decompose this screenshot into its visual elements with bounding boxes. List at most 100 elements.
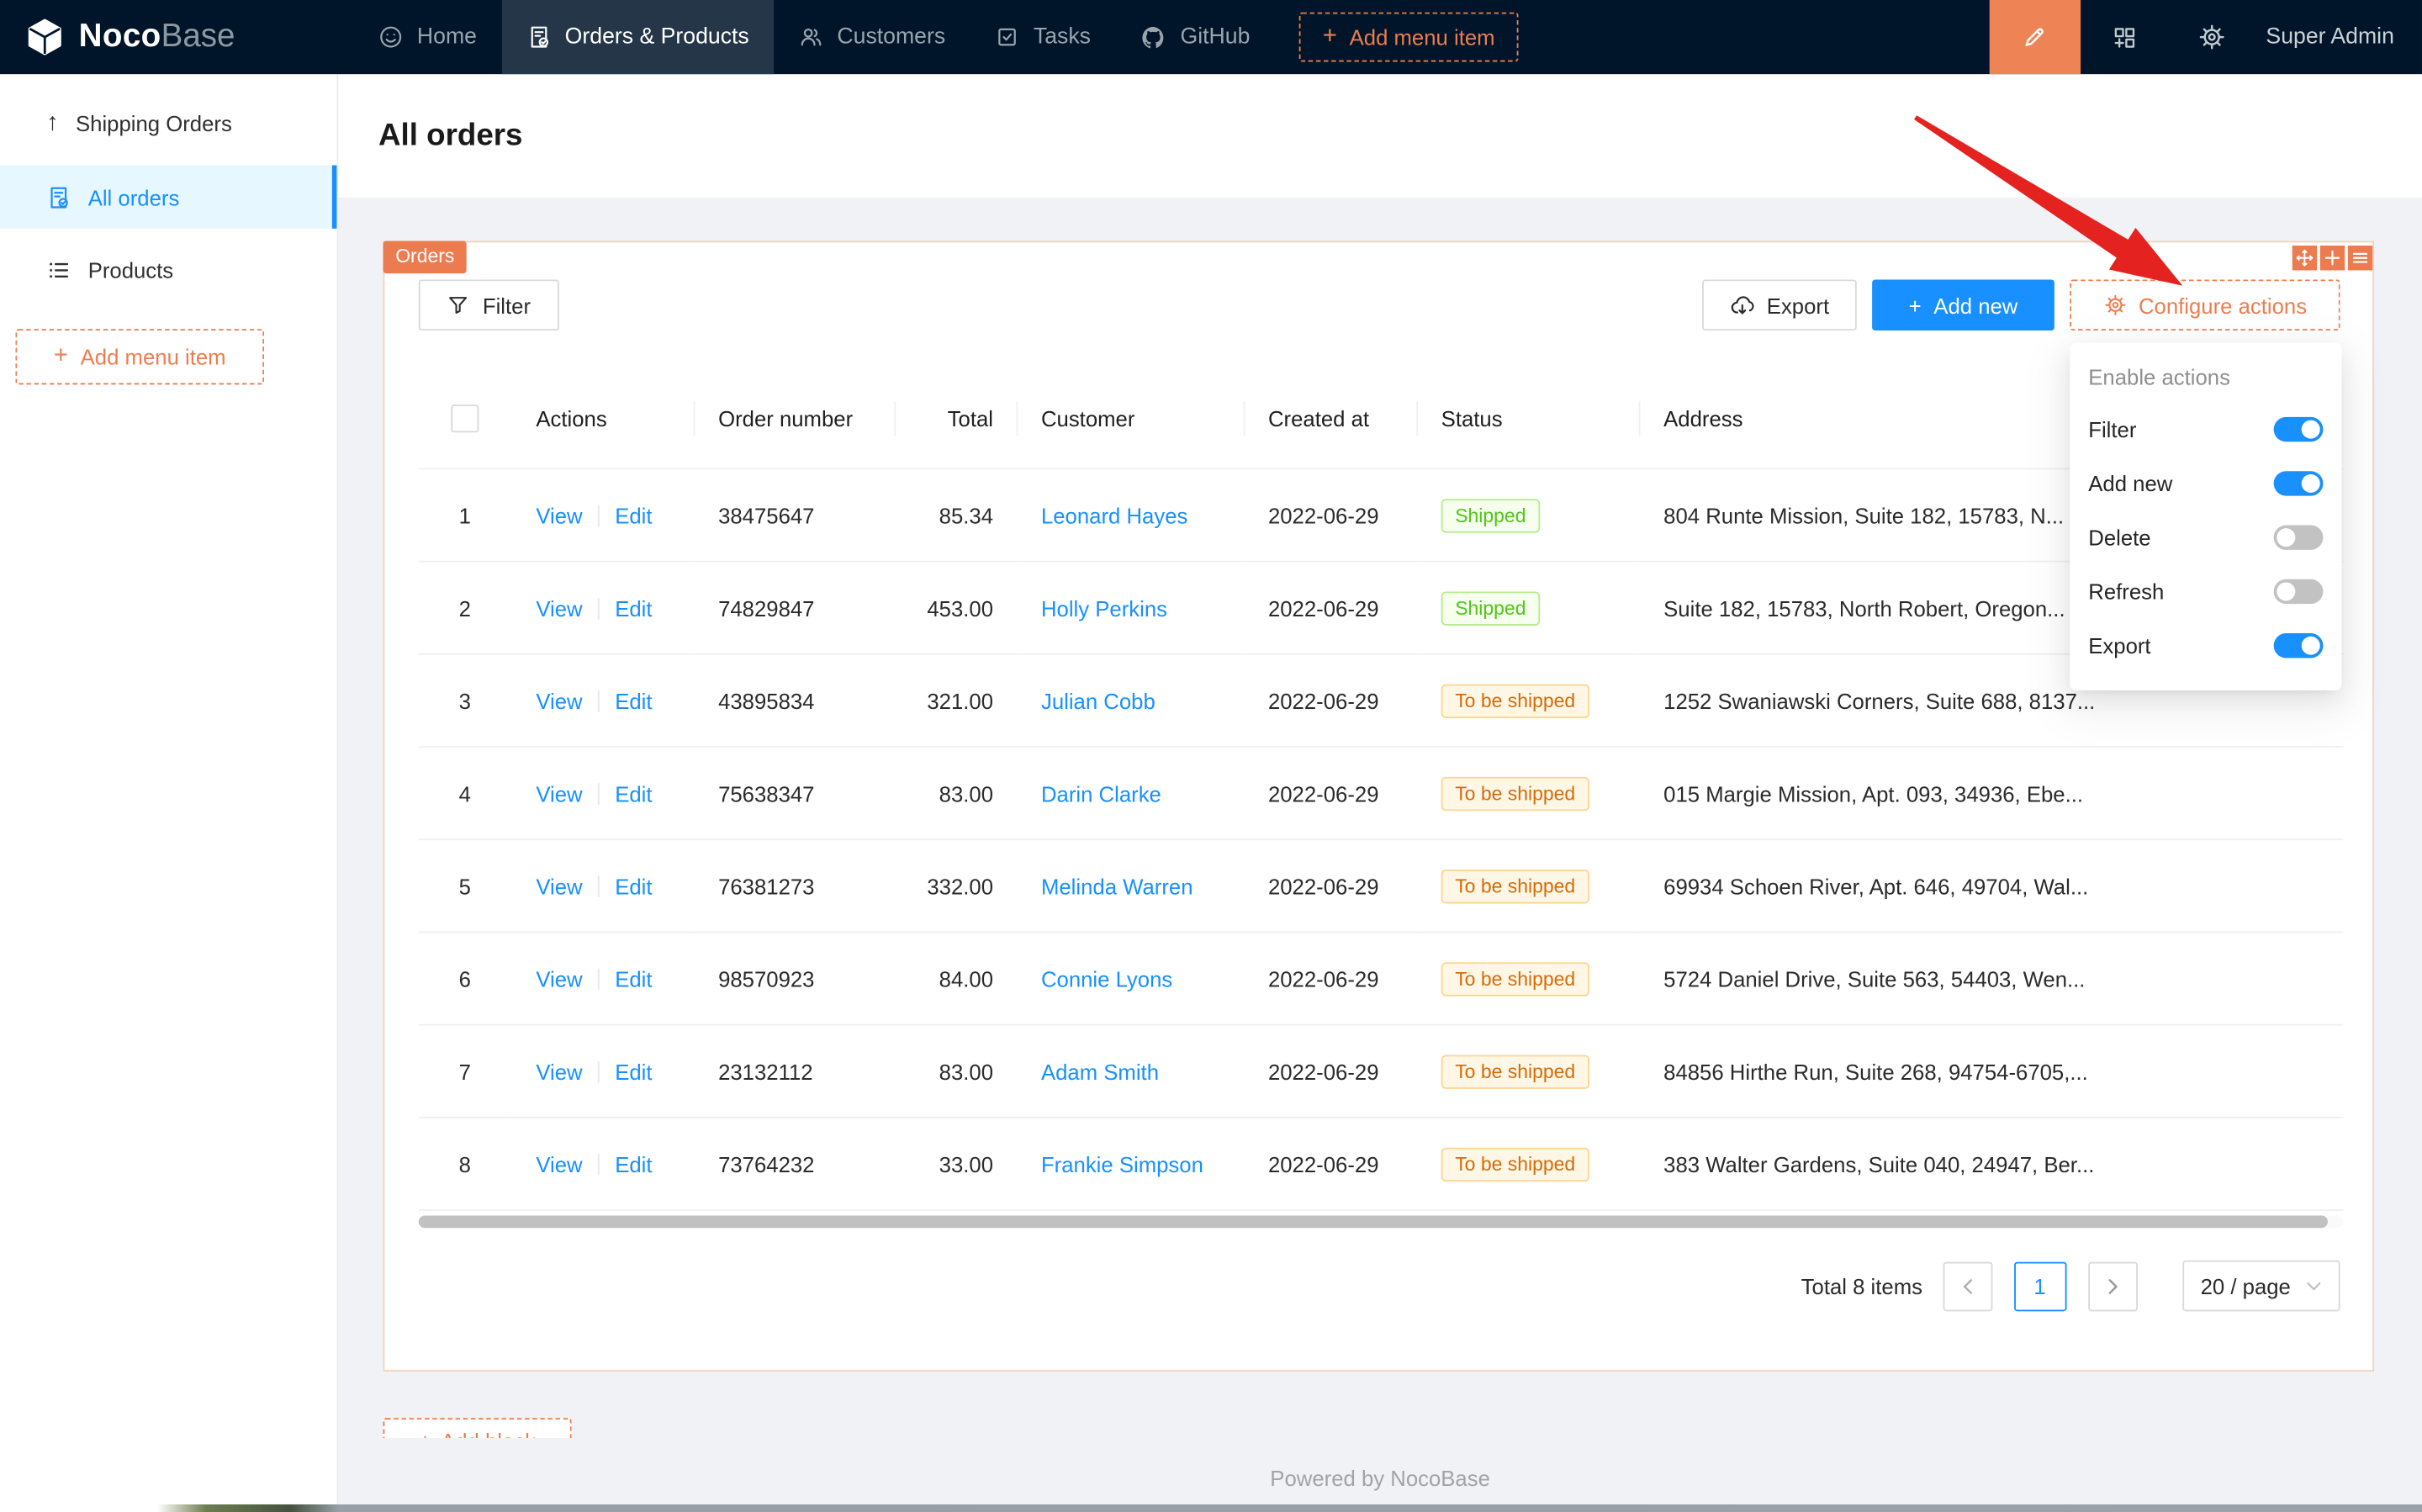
row-actions: View Edit [511,932,694,1024]
toggle-switch[interactable] [2274,470,2324,494]
plus-icon: + [419,1429,431,1438]
app-root: NocoBase Home Orders & Products [0,0,2422,1512]
edit-link[interactable]: Edit [615,503,652,527]
ui-editor-button[interactable] [1990,0,2081,74]
customer-link[interactable]: Darin Clarke [1017,747,1244,839]
drag-move-icon[interactable] [2292,246,2317,270]
action-divider [598,968,600,990]
sidebar-item-shipping-orders[interactable]: ↑ Shipping Orders [0,93,336,154]
page-number-button[interactable]: 1 [2013,1261,2065,1311]
nav-item-tasks[interactable]: Tasks [970,0,1116,74]
next-page-button[interactable] [2088,1261,2138,1311]
sidebar-item-products[interactable]: Products [0,240,336,301]
customer-link[interactable]: Frankie Simpson [1017,1118,1244,1210]
customer-link[interactable]: Leonard Hayes [1017,468,1244,561]
view-link[interactable]: View [536,1151,582,1176]
cell-address: 84856 Hirthe Run, Suite 268, 94754-6705,… [1639,1025,2344,1118]
edit-link[interactable]: Edit [615,1151,652,1176]
view-link[interactable]: View [536,688,582,712]
status-badge: To be shipped [1441,961,1589,995]
row-index: 5 [419,839,511,932]
nav-item-label: Home [417,24,477,49]
edit-link[interactable]: Edit [615,688,652,712]
horizontal-scrollbar-thumb[interactable] [419,1216,2328,1229]
toggle-switch[interactable] [2274,632,2324,657]
select-all-checkbox[interactable] [451,404,479,432]
select-all-header [419,367,511,468]
edit-link[interactable]: Edit [615,1059,652,1083]
edit-link[interactable]: Edit [615,780,652,805]
settings-button[interactable] [2169,0,2257,74]
plus-icon: + [1323,24,1337,49]
add-block-button[interactable]: + Add block [383,1418,572,1438]
nav-item-orders-products[interactable]: Orders & Products [501,0,774,74]
page-size-select[interactable]: 20 / page [2182,1261,2340,1312]
edit-link[interactable]: Edit [615,966,652,991]
sidebar-item-all-orders[interactable]: All orders [0,166,336,229]
prev-page-button[interactable] [1943,1261,1992,1311]
action-divider [598,505,600,526]
nav-item-github[interactable]: GitHub [1115,0,1274,74]
row-index: 1 [419,468,511,561]
configure-actions-button[interactable]: Configure actions [2070,279,2340,330]
view-link[interactable]: View [536,874,582,898]
logo[interactable]: NocoBase [0,17,338,57]
toggle-switch[interactable] [2274,579,2324,603]
cell-address: 383 Walter Gardens, Suite 040, 24947, Be… [1639,1118,2344,1210]
powered-by-footer: Powered by NocoBase [338,1466,2422,1490]
customer-link[interactable]: Holly Perkins [1017,562,1244,654]
view-link[interactable]: View [536,595,582,620]
cell-status: Shipped [1416,562,1638,654]
navbar-add-menu-item-button[interactable]: + Add menu item [1299,13,1518,62]
enable-action-item: Add new [2088,456,2323,510]
sidebar-add-menu-item-button[interactable]: + Add menu item [15,329,264,384]
cell-total: 85.34 [894,468,1016,561]
column-header-order-number: Order number [694,367,895,468]
enable-action-label: Filter [2088,416,2136,441]
block-menu-icon[interactable] [2348,246,2372,270]
view-link[interactable]: View [536,503,582,527]
edit-link[interactable]: Edit [615,874,652,898]
cell-address: 5724 Daniel Drive, Suite 563, 54403, Wen… [1639,932,2344,1024]
add-new-button[interactable]: + Add new [1872,279,2054,330]
customer-link[interactable]: Connie Lyons [1017,932,1244,1024]
table-row[interactable]: 3 ViewEdit 43895834 321.00 Julian Cobb 2… [419,654,2344,747]
table-row[interactable]: 4 ViewEdit 75638347 83.00 Darin Clarke 2… [419,747,2344,839]
filter-button[interactable]: Filter [419,279,559,330]
view-link[interactable]: View [536,780,582,805]
table-row[interactable]: 1 ViewEdit 38475647 85.34 Leonard Hayes … [419,468,2344,561]
nav-item-home[interactable]: Home [354,0,502,74]
table-row[interactable]: 6 ViewEdit 98570923 84.00 Connie Lyons 2… [419,932,2344,1024]
row-index: 2 [419,562,511,654]
view-link[interactable]: View [536,966,582,991]
toggle-switch[interactable] [2274,416,2324,441]
sidebar: ↑ Shipping Orders All orders Products + … [0,74,338,1512]
plus-icon: + [54,345,68,369]
toggle-switch[interactable] [2274,525,2324,549]
row-actions: View Edit [511,747,694,839]
pagination-total: Total 8 items [1801,1273,1922,1298]
table-row[interactable]: 2 ViewEdit 74829847 453.00 Holly Perkins… [419,562,2344,654]
plugin-manager-button[interactable] [2081,0,2169,74]
enable-action-item: Delete [2088,510,2323,563]
edit-link[interactable]: Edit [615,595,652,620]
table-row[interactable]: 7 ViewEdit 23132112 83.00 Adam Smith 202… [419,1025,2344,1118]
add-block-plus-icon[interactable] [2320,246,2345,270]
table-row[interactable]: 8 ViewEdit 73764232 33.00 Frankie Simpso… [419,1118,2344,1210]
nocobase-cube-icon [24,17,65,57]
customer-link[interactable]: Julian Cobb [1017,654,1244,747]
cell-created-at: 2022-06-29 [1244,468,1417,561]
cell-status: To be shipped [1416,747,1638,839]
row-index: 7 [419,1025,511,1118]
view-link[interactable]: View [536,1059,582,1083]
toolbar-right-group: Export + Add new Configure act [1702,279,2340,330]
customer-link[interactable]: Melinda Warren [1017,839,1244,932]
customer-link[interactable]: Adam Smith [1017,1025,1244,1118]
user-menu[interactable]: Super Admin [2256,24,2422,49]
table-row[interactable]: 5 ViewEdit 76381273 332.00 Melinda Warre… [419,839,2344,932]
row-actions: View Edit [511,468,694,561]
grid-plus-icon [2112,24,2138,50]
nav-item-customers[interactable]: Customers [774,0,970,74]
cell-status: To be shipped [1416,1118,1638,1210]
export-button[interactable]: Export [1702,279,1857,330]
